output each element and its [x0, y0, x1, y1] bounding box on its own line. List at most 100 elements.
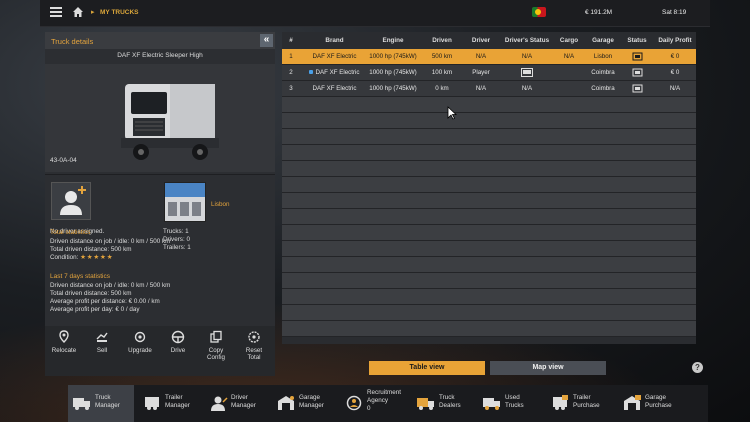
reset-icon: [248, 331, 260, 343]
empty-row: [282, 257, 696, 273]
menu-icon[interactable]: [50, 7, 62, 17]
garage-trailers: Trailers: 1: [163, 244, 191, 251]
license-plate: 43-0A-04: [50, 157, 77, 164]
nav-label: Truck Manager: [95, 394, 120, 409]
col-header-status[interactable]: Status: [622, 37, 652, 44]
last7-stat-line: Driven distance on job / idle: 0 km / 50…: [50, 282, 171, 289]
copy-config-button[interactable]: Copy Config: [197, 330, 235, 361]
reset-total-button[interactable]: Reset Total: [235, 330, 273, 361]
col-header-daily-profit[interactable]: Daily Profit: [654, 37, 696, 44]
nav-used-trucks[interactable]: Used Trucks: [478, 385, 544, 422]
garage-status-icon: [632, 84, 643, 93]
relocate-button[interactable]: Relocate: [45, 330, 83, 354]
total-stats-title: Total statistics: [50, 229, 91, 236]
cell-profit: N/A: [669, 85, 681, 92]
col-header-driven[interactable]: Driven: [422, 37, 462, 44]
trucks-table: # Brand Engine Driven Driver Driver's St…: [282, 32, 696, 344]
cell-profit: € 0: [670, 53, 680, 60]
cell-driven: 500 km: [431, 53, 453, 60]
last7-stat-line: Average profit per day: € 0 / day: [50, 306, 140, 313]
col-header-engine[interactable]: Engine: [367, 37, 419, 44]
empty-row: [282, 321, 696, 337]
relocate-icon: [59, 330, 69, 343]
condition-label: Condition:: [50, 254, 79, 261]
cell-brand-wrap: DAF XF Electric: [302, 69, 367, 76]
col-header-num[interactable]: #: [286, 37, 296, 44]
trailer-icon: [145, 397, 159, 410]
cell-brand: DAF XF Electric: [315, 69, 360, 76]
empty-row: [282, 113, 696, 129]
nav-garage-purchase[interactable]: Garage Purchase: [618, 385, 688, 422]
empty-row: [282, 145, 696, 161]
map-view-button[interactable]: Map view: [490, 361, 606, 375]
top-bar: ▸ MY TRUCKS € 191.2M Sat 8:19: [40, 0, 710, 27]
nav-recruitment-agency[interactable]: Recruitment Agency 0: [340, 385, 410, 422]
garage-image[interactable]: [164, 182, 206, 222]
cell-num: 3: [289, 85, 293, 92]
cell-brand: DAF XF Electric: [312, 85, 357, 92]
nav-truck-manager[interactable]: Truck Manager: [68, 385, 134, 422]
cell-driver: Player: [472, 69, 490, 76]
nav-trailer-manager[interactable]: Trailer Manager: [138, 385, 204, 422]
used-truck-icon: [483, 398, 500, 410]
table-row[interactable]: 3 DAF XF Electric 1000 hp (745kW) 0 km N…: [282, 81, 696, 97]
sell-label: Sell: [96, 347, 108, 354]
cell-engine: 1000 hp (745kW): [369, 53, 417, 60]
empty-row: [282, 193, 696, 209]
empty-row: [282, 289, 696, 305]
bottom-navigation: Truck Manager Trailer Manager Driver Man…: [68, 385, 708, 422]
reset-total-label: Reset Total: [245, 347, 263, 361]
total-stat-line: Driven distance on job / idle: 0 km / 50…: [50, 238, 171, 245]
nav-driver-manager[interactable]: Driver Manager: [204, 385, 270, 422]
sell-icon: [96, 332, 108, 342]
nav-label: Trailer Manager: [165, 394, 190, 409]
garage-name-link[interactable]: Lisbon: [211, 201, 230, 208]
truck-name: DAF XF Electric Sleeper High: [117, 52, 203, 59]
table-row[interactable]: 1 DAF XF Electric 1000 hp (745kW) 500 km…: [282, 49, 696, 65]
collapse-icon[interactable]: «: [260, 34, 273, 47]
truck-preview: 43-0A-04: [45, 64, 275, 172]
cell-driver: N/A: [475, 85, 487, 92]
empty-row: [282, 241, 696, 257]
cell-garage: Coimbra: [591, 69, 615, 76]
drive-button[interactable]: Drive: [159, 330, 197, 354]
relocate-label: Relocate: [51, 347, 77, 354]
last7-stat-line: Average profit per distance: € 0.00 / km: [50, 298, 160, 305]
upgrade-button[interactable]: Upgrade: [121, 330, 159, 354]
cell-driver-status: N/A: [521, 85, 533, 92]
nav-label: Trailer Purchase: [573, 394, 600, 409]
nav-label: Recruitment Agency 0: [367, 389, 401, 412]
cell-cargo: N/A: [563, 53, 575, 60]
cell-brand: DAF XF Electric: [312, 53, 357, 60]
col-header-garage[interactable]: Garage: [585, 37, 621, 44]
nav-garage-manager[interactable]: Garage Manager: [272, 385, 338, 422]
sell-button[interactable]: Sell: [83, 330, 121, 354]
driver-avatar-add-icon[interactable]: [51, 182, 91, 220]
breadcrumb-arrow-icon: ▸: [91, 9, 95, 16]
cell-garage: Lisbon: [593, 53, 613, 60]
nav-truck-dealers[interactable]: Truck Dealers: [412, 385, 478, 422]
copy-config-label: Copy Config: [207, 347, 225, 361]
table-row[interactable]: 2 DAF XF Electric 1000 hp (745kW) 100 km…: [282, 65, 696, 81]
condition-stars: ★★★★★: [80, 254, 114, 261]
cell-garage: Coimbra: [591, 85, 615, 92]
breadcrumb[interactable]: MY TRUCKS: [100, 9, 139, 16]
panel-header: Truck details «: [45, 32, 275, 49]
game-clock: Sat 8:19: [662, 9, 687, 16]
col-header-cargo[interactable]: Cargo: [555, 37, 583, 44]
divider: [45, 174, 275, 175]
nav-trailer-purchase[interactable]: Trailer Purchase: [546, 385, 616, 422]
col-header-driver-status[interactable]: Driver's Status: [500, 37, 554, 44]
cell-driven: 0 km: [435, 85, 449, 92]
last7-stat-line: Total driven distance: 500 km: [50, 290, 132, 297]
home-icon[interactable]: [72, 6, 84, 18]
garage-icon: [278, 396, 294, 410]
truck-image: [121, 84, 219, 160]
cell-profit: € 0: [670, 69, 680, 76]
col-header-brand[interactable]: Brand: [302, 37, 367, 44]
col-header-driver[interactable]: Driver: [464, 37, 498, 44]
garage-status-icon: [632, 52, 643, 61]
table-view-button[interactable]: Table view: [369, 361, 485, 375]
help-icon[interactable]: ?: [692, 362, 703, 373]
cell-num: 1: [289, 53, 293, 60]
